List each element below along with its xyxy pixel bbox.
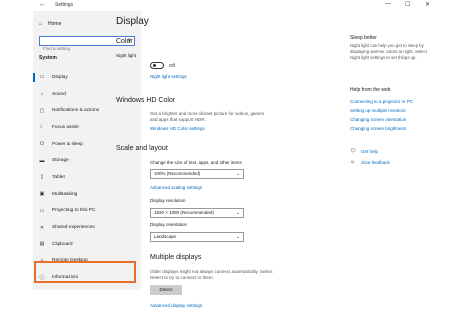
help-link-projector[interactable]: Connecting to a projector or PC (350, 99, 413, 104)
hd-color-heading: Windows HD Color (116, 97, 176, 104)
advanced-scaling-link[interactable]: Advanced scaling settings (150, 185, 202, 190)
help-link-brightness[interactable]: Changing screen brightness (350, 126, 406, 131)
night-light-label: Night light (116, 53, 137, 58)
power-icon: ⏻ (40, 141, 44, 148)
color-heading: Color (116, 38, 133, 45)
sidebar-item-label: Focus assist (52, 124, 79, 130)
sleep-better-heading: Sleep better (350, 35, 377, 41)
resolution-dropdown[interactable]: 1920 × 1080 (Recommended) ⌄ (150, 208, 244, 218)
sidebar-item-label: Multitasking (52, 191, 78, 197)
advanced-display-link[interactable]: Advanced display settings (150, 303, 202, 308)
night-light-state: Off (169, 63, 175, 68)
multiple-displays-description: Older displays might not always connect … (150, 269, 273, 280)
orientation-label: Display orientation (150, 222, 188, 227)
chat-icon: 💬︎ (350, 148, 357, 154)
sidebar-item-multitasking[interactable]: ▣ Multitasking (33, 186, 141, 203)
get-help-link[interactable]: Get help (361, 149, 378, 154)
resolution-label: Display resolution (150, 198, 186, 203)
sidebar-item-label: Power & sleep (52, 141, 83, 147)
chevron-down-icon: ⌄ (235, 171, 240, 177)
detect-button[interactable]: Detect (150, 285, 182, 295)
scale-dropdown[interactable]: 100% (Recommended) ⌄ (150, 169, 244, 179)
night-light-toggle[interactable] (150, 62, 164, 69)
search-input[interactable] (40, 44, 123, 53)
storage-icon: ▬ (39, 157, 45, 164)
help-link-orientation[interactable]: Changing screen orientation (350, 117, 406, 122)
speaker-icon: ♪ (40, 91, 44, 98)
section-title: System (39, 55, 57, 61)
title-bar: ← Settings — ☐ ✕ (33, 0, 441, 11)
chevron-down-icon: ⌄ (235, 234, 240, 240)
window-title: Settings (55, 2, 74, 8)
sidebar-item-label: Shared experiences (52, 225, 95, 231)
sidebar-item-label: Tablet (52, 174, 65, 180)
hd-color-settings-link[interactable]: Windows HD Color settings (150, 126, 205, 131)
minimize-button[interactable]: — (385, 1, 391, 7)
sidebar-item-clipboard[interactable]: ▤ Clipboard (33, 236, 141, 253)
feedback-icon: ☺ (350, 159, 356, 165)
sidebar-item-notifications[interactable]: ▢ Notifications & actions (33, 102, 141, 119)
home-icon: ⌂ (39, 21, 43, 27)
sidebar-home-label: Home (48, 21, 62, 27)
orientation-value: Landscape (154, 234, 177, 239)
tablet-icon: ▯ (40, 174, 44, 181)
projector-icon: ▭ (39, 207, 45, 214)
sidebar-item-label: Clipboard (52, 241, 73, 247)
sidebar-item-label: Sound (52, 91, 66, 97)
chevron-down-icon: ⌄ (235, 210, 240, 216)
give-feedback-link[interactable]: Give feedback (361, 160, 390, 165)
toggle-knob (153, 64, 156, 67)
sidebar-home[interactable]: ⌂ Home (39, 21, 61, 27)
help-heading: Help from the web (350, 87, 391, 93)
night-light-settings-link[interactable]: Night light settings (150, 74, 187, 79)
sidebar-item-label: Projecting to this PC (52, 208, 96, 214)
sidebar-item-label: Notifications & actions (52, 108, 100, 114)
sidebar-item-storage[interactable]: ▬ Storage (33, 152, 141, 169)
scale-value: 100% (Recommended) (154, 171, 201, 176)
shared-icon: ✕ (39, 224, 45, 231)
hd-color-description: Get a brighter and more vibrant picture … (150, 111, 265, 122)
multitasking-icon: ▣ (39, 191, 45, 198)
page-title: Display (116, 16, 149, 27)
resolution-value: 1920 × 1080 (Recommended) (154, 210, 214, 215)
sidebar-item-shared[interactable]: ✕ Shared experiences (33, 219, 141, 236)
sidebar-item-label: Display (52, 74, 68, 80)
scale-layout-heading: Scale and layout (116, 145, 168, 152)
sidebar-item-projecting[interactable]: ▭ Projecting to this PC (33, 203, 141, 220)
display-icon: ▭ (39, 74, 45, 81)
multiple-displays-heading: Multiple displays (150, 254, 202, 261)
scale-label: Change the size of text, apps, and other… (150, 160, 242, 165)
sidebar-item-label: Storage (52, 158, 69, 164)
close-button[interactable]: ✕ (425, 1, 430, 8)
back-arrow-icon[interactable]: ← (39, 1, 46, 8)
maximize-button[interactable]: ☐ (405, 1, 410, 8)
sleep-better-description: Night light can help you get to sleep by… (350, 43, 427, 60)
sidebar-item-focus-assist[interactable]: ☾ Focus assist (33, 119, 141, 136)
help-link-multiple-monitors[interactable]: Setting up multiple monitors (350, 108, 406, 113)
notification-icon: ▢ (39, 107, 45, 114)
orientation-dropdown[interactable]: Landscape ⌄ (150, 232, 244, 242)
moon-icon: ☾ (39, 124, 45, 131)
sidebar-item-display[interactable]: ▭ Display (33, 69, 141, 86)
sidebar-item-tablet[interactable]: ▯ Tablet (33, 169, 141, 186)
clipboard-icon: ▤ (39, 241, 45, 248)
highlight-box (34, 261, 136, 283)
